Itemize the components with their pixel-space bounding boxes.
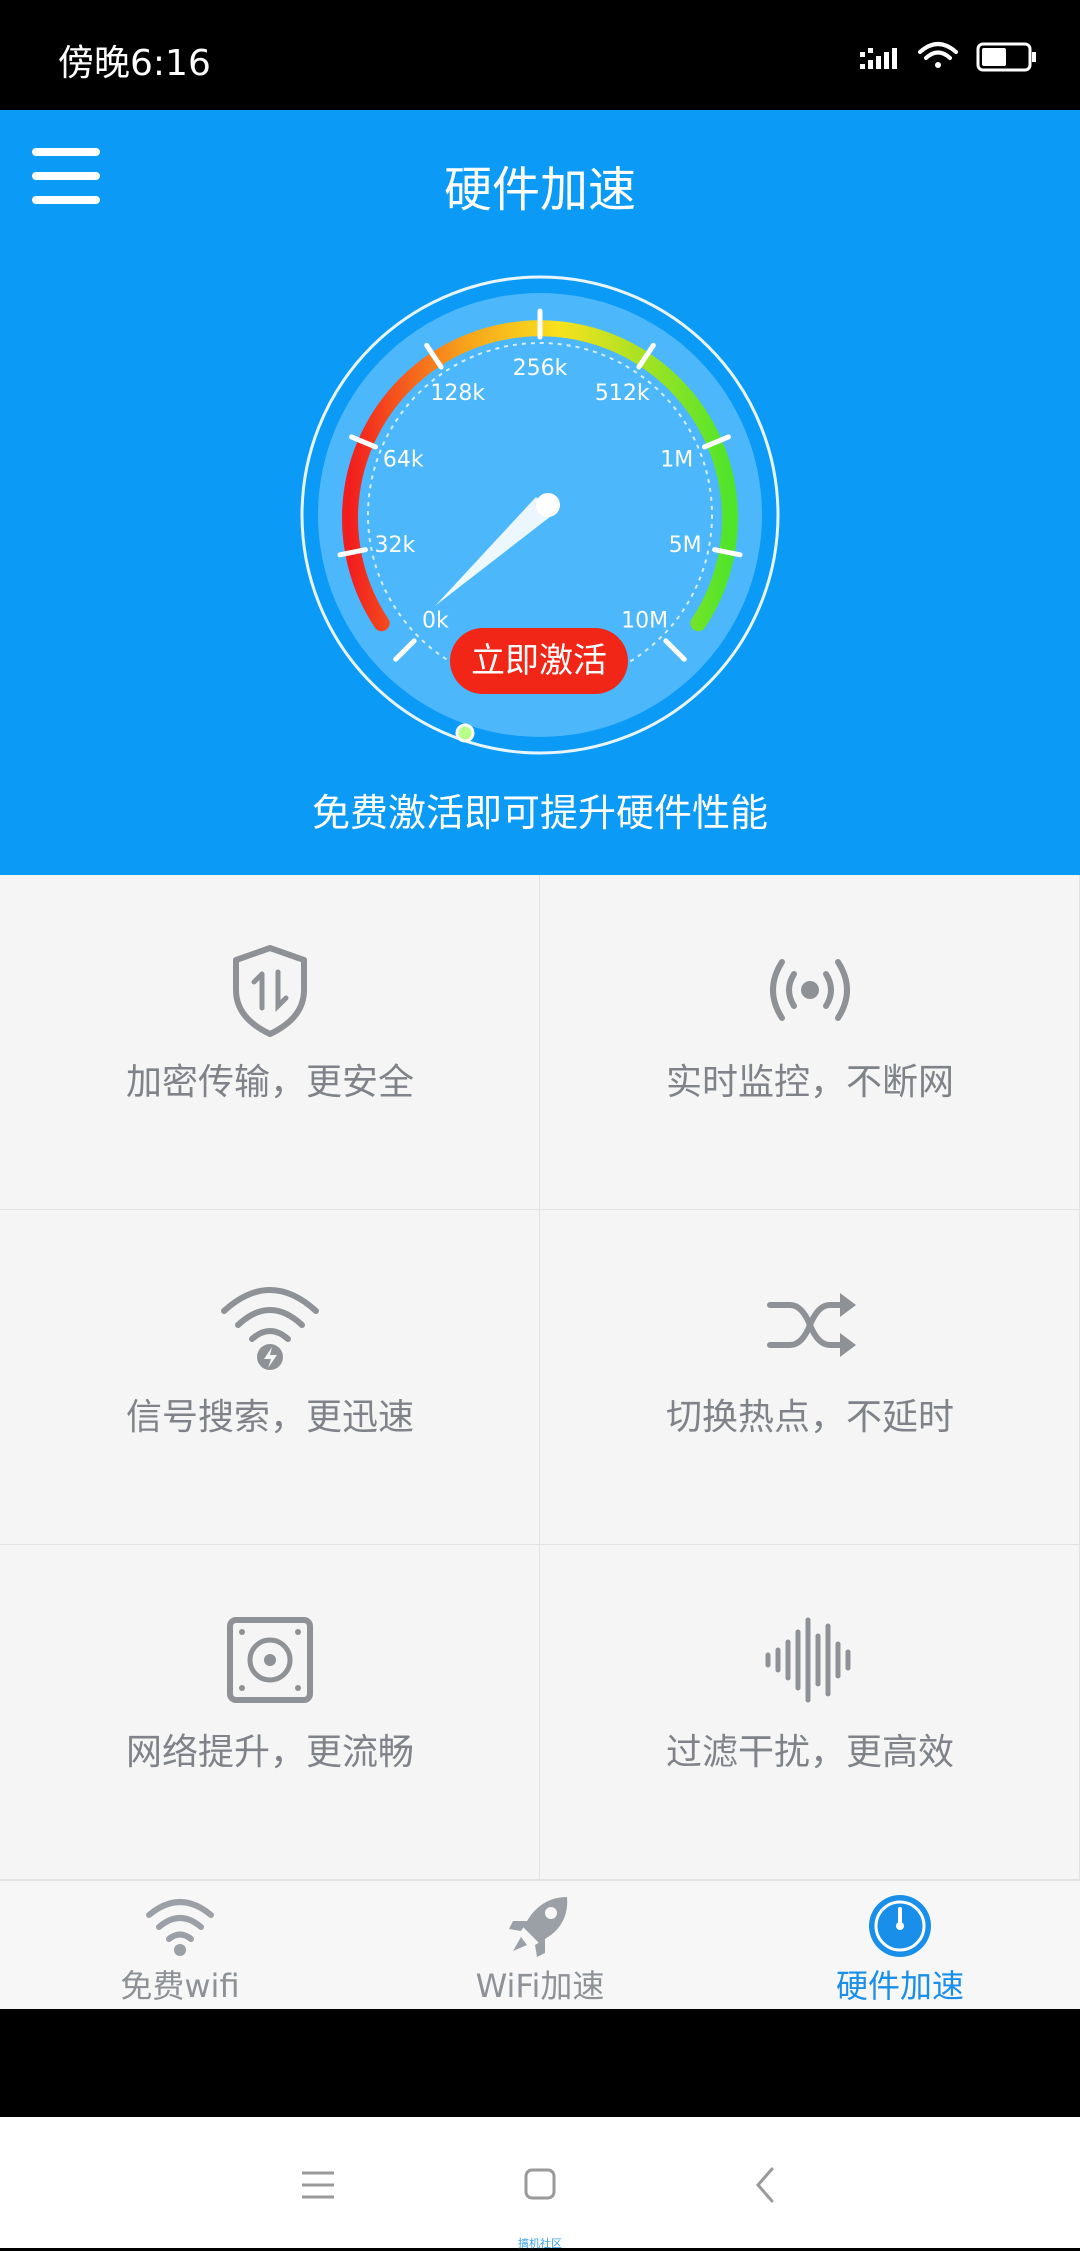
tab-label: WiFi加速 xyxy=(475,1967,605,2005)
gauge-tick-label: 512k xyxy=(595,381,650,406)
feature-label: 信号搜索，更迅速 xyxy=(125,1397,414,1438)
feature-label: 实时监控，不断网 xyxy=(665,1062,954,1103)
soundwave-icon xyxy=(765,1617,851,1703)
page-title: 硬件加速 xyxy=(443,162,636,218)
gauge-tick-label: 0k xyxy=(422,609,449,634)
feature-label: 过滤干扰，更高效 xyxy=(665,1732,954,1773)
tab-label: 硬件加速 xyxy=(835,1967,964,2005)
feature-hotspot-switch[interactable]: 切换热点，不延时 xyxy=(540,1210,1080,1545)
status-time: 傍晚6:16 xyxy=(58,43,211,84)
tab-label: 免费wifi xyxy=(120,1967,240,2005)
feature-grid: 加密传输，更安全 实时监控，不断网 信号搜索，更迅速 切换热点，不延时 网络提升… xyxy=(0,875,1080,1880)
wifi-status-icon xyxy=(918,42,958,68)
gauge-progress-dot xyxy=(455,723,475,743)
broadcast-icon xyxy=(770,959,850,1021)
gauge-tick-label: 1M xyxy=(660,447,693,472)
feature-label: 加密传输，更安全 xyxy=(125,1062,414,1103)
feature-network-boost[interactable]: 网络提升，更流畅 xyxy=(0,1545,540,1880)
status-icons xyxy=(860,42,1036,72)
tab-hardware-boost[interactable]: 硬件加速 xyxy=(720,1881,1080,2009)
back-icon[interactable] xyxy=(736,2155,796,2215)
gauge-tick-label: 128k xyxy=(430,381,485,406)
hero-subtitle: 免费激活即可提升硬件性能 xyxy=(311,791,768,835)
system-spacer xyxy=(0,2009,1080,2117)
gauge-tick-label: 64k xyxy=(383,447,424,472)
bottom-tab-bar: 免费wifi WiFi加速 硬件加速 xyxy=(0,1880,1080,2009)
speedometer-icon xyxy=(869,1895,931,1957)
gauge-needle-hub xyxy=(536,493,560,517)
wifi-icon xyxy=(146,1899,214,1956)
hero-section: 硬件加速 0k 32k 64k 128k 256k 512k 1M 5M 10M 立即激活 免费… xyxy=(0,110,1080,875)
home-icon[interactable] xyxy=(510,2155,570,2215)
feature-signal-search[interactable]: 信号搜索，更迅速 xyxy=(0,1210,540,1545)
feature-encryption[interactable]: 加密传输，更安全 xyxy=(0,875,540,1210)
gauge-tick-label: 5M xyxy=(669,533,702,558)
speaker-icon xyxy=(227,1617,313,1703)
status-bar: 傍晚6:16 xyxy=(0,0,1080,110)
tab-free-wifi[interactable]: 免费wifi xyxy=(0,1881,360,2009)
rocket-icon xyxy=(509,1897,568,1957)
gauge-tick-label: 256k xyxy=(513,356,568,381)
feature-label: 切换热点，不延时 xyxy=(665,1397,954,1438)
gauge-tick-label: 10M xyxy=(621,609,668,634)
tab-wifi-boost[interactable]: WiFi加速 xyxy=(360,1881,720,2009)
feature-filter-interference[interactable]: 过滤干扰，更高效 xyxy=(540,1545,1080,1880)
shuffle-icon xyxy=(767,1293,856,1357)
system-nav-bar: 搞机社区 xyxy=(0,2117,1080,2250)
watermark: 搞机社区 xyxy=(518,2237,562,2250)
recents-icon[interactable] xyxy=(288,2155,348,2215)
feature-monitor[interactable]: 实时监控，不断网 xyxy=(540,875,1080,1210)
signal-icon xyxy=(860,48,897,69)
battery-icon xyxy=(976,42,1036,72)
feature-label: 网络提升，更流畅 xyxy=(125,1732,414,1773)
activate-button[interactable]: 立即激活 xyxy=(450,628,628,694)
wifi-bolt-icon xyxy=(221,1287,319,1370)
shield-transfer-icon xyxy=(233,945,307,1037)
gauge-tick-label: 32k xyxy=(374,533,415,558)
